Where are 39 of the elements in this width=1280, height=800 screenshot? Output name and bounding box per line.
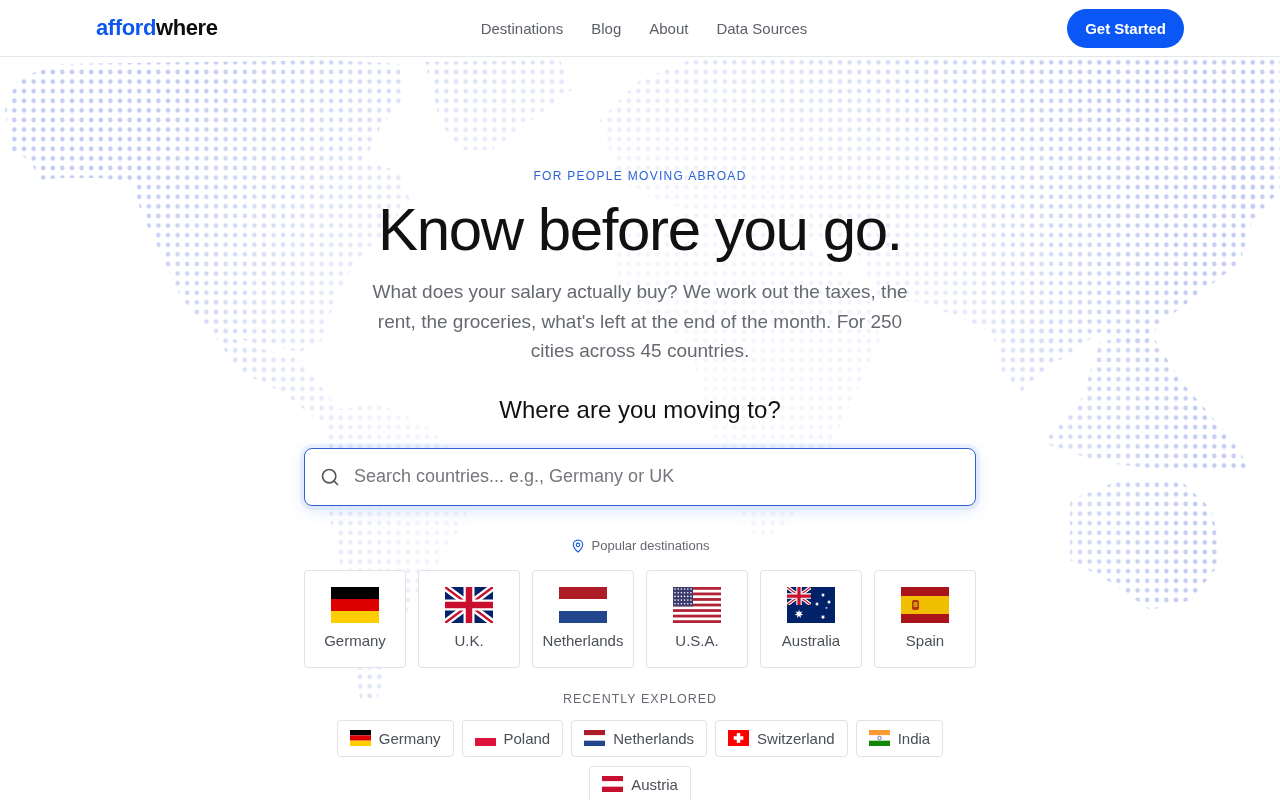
destination-card[interactable]: Germany [304, 569, 406, 668]
eyebrow-text: FOR PEOPLE MOVING ABROAD [533, 168, 747, 184]
german-flag-icon [349, 730, 371, 746]
recent-country-button[interactable]: Netherlands [571, 719, 708, 757]
nav-link[interactable]: About [649, 19, 689, 37]
destination-card[interactable]: Netherlands [532, 569, 634, 668]
polish-flag-icon [474, 738, 496, 746]
search-icon [320, 466, 340, 487]
recent-country-button[interactable]: Germany [336, 719, 454, 757]
australian-flag-icon [787, 586, 835, 623]
recently-explored-label: RECENTLY EXPLORED [562, 690, 718, 707]
logo[interactable]: affordwhere [96, 15, 218, 41]
nav-link[interactable]: Blog [591, 19, 622, 37]
destination-card[interactable]: Australia [760, 569, 862, 668]
dutch-flag-icon [559, 586, 607, 623]
british-flag-icon [445, 586, 493, 623]
spanish-flag-icon [901, 586, 949, 623]
recent-country-button[interactable]: Austria [589, 765, 691, 800]
recent-country-button[interactable]: India [855, 719, 944, 757]
search-question: Where are you moving to? [499, 394, 781, 425]
hero-intro: What does your salary actually buy? We work out the taxes, the rent, the groceries, what's left at the end of the month. For 250 cities across 45 countries. [371, 280, 909, 363]
recent-country-button[interactable]: Switzerland [715, 719, 848, 757]
destination-card[interactable]: U.S.A. [646, 569, 748, 668]
recent-country-button[interactable]: Poland [461, 719, 564, 757]
get-started-button[interactable]: Get Started [1067, 8, 1184, 48]
nav-link[interactable]: Destinations [480, 19, 564, 37]
hero-title: Know before you go. [378, 195, 902, 265]
indian-flag-icon [868, 730, 890, 746]
map-pin-icon [570, 538, 585, 553]
swiss-flag-icon [728, 730, 750, 746]
popular-destinations-label: Popular destinations [591, 536, 710, 555]
nav-link[interactable]: Data Sources [716, 19, 808, 37]
destination-card[interactable]: Spain [874, 569, 976, 668]
american-flag-icon [673, 586, 721, 623]
destination-card[interactable]: U.K. [418, 569, 520, 668]
dutch-flag-icon [584, 730, 606, 746]
german-flag-icon [331, 586, 379, 623]
search-field[interactable]: Search countries... e.g., Germany or UK [304, 447, 976, 506]
austrian-flag-icon [602, 776, 624, 792]
